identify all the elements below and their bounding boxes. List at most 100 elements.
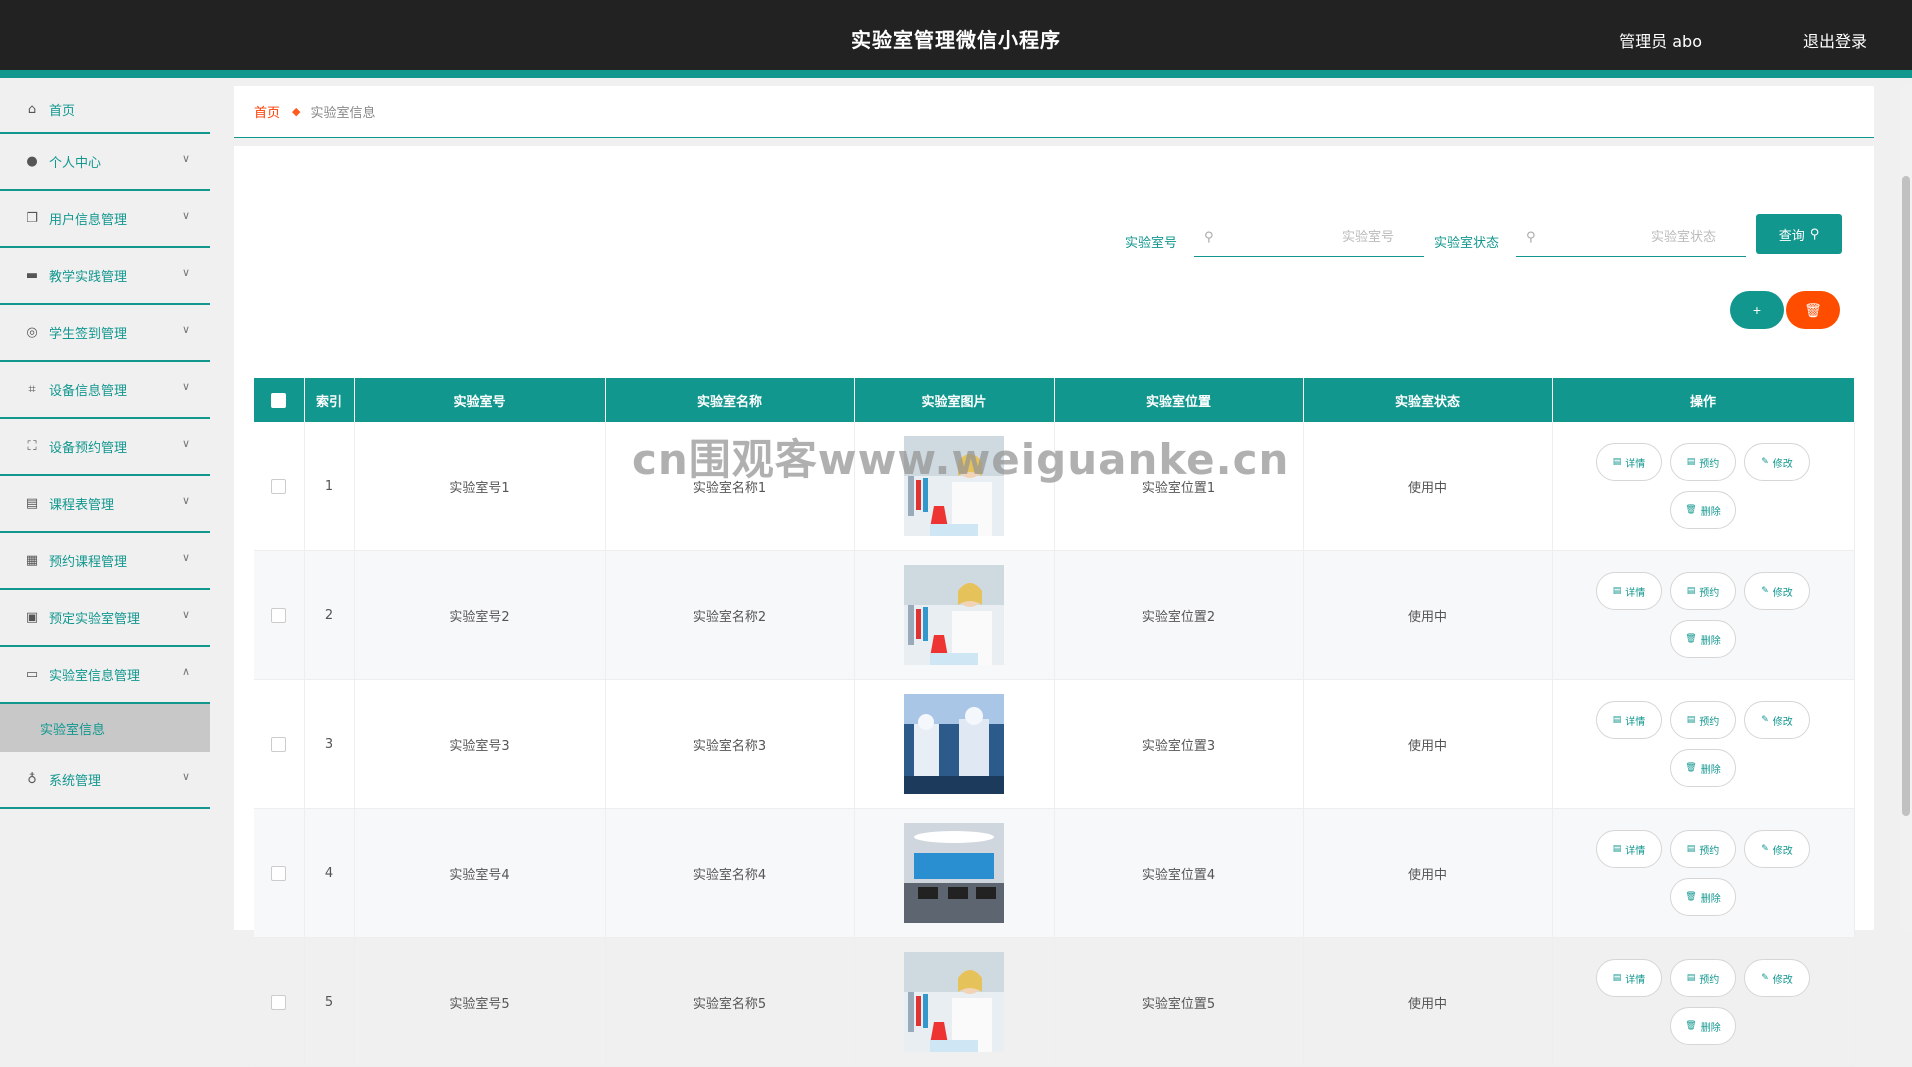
table-row: 1 实验室号1 实验室名称1 实验室位置1 使用中 ▤ 详情 ▤ 预约 ✎ 修改 🗑 删除 xyxy=(254,422,1855,551)
reserve-button[interactable]: ▤ 预约 xyxy=(1670,572,1736,610)
sidebar-item-4[interactable]: ◎ 学生签到管理 ∨ xyxy=(0,305,210,362)
search-icon: ⚲ xyxy=(1809,226,1820,242)
delete-button[interactable]: 🗑 删除 xyxy=(1670,620,1736,658)
reserve-button[interactable]: ▤ 预约 xyxy=(1670,959,1736,997)
submenu-item-lab-info[interactable]: 实验室信息 xyxy=(0,704,210,752)
laptop-icon: ▭ xyxy=(25,667,39,682)
sidebar-item-label: 实验室信息管理 xyxy=(49,669,141,684)
table-header-row: 索引 实验室号 实验室名称 实验室图片 实验室位置 实验室状态 操作 xyxy=(254,378,1855,422)
scrollbar-track[interactable] xyxy=(1900,86,1912,930)
lab-status-cell: 使用中 xyxy=(1303,808,1553,938)
lab-no-search-label: 实验室号 xyxy=(1125,236,1178,251)
lab-status-cell: 使用中 xyxy=(1303,937,1553,1067)
trash-icon: 🗑 xyxy=(1685,634,1697,644)
row-checkbox[interactable] xyxy=(271,736,287,752)
sidebar-item-9[interactable]: ▣ 预定实验室管理 ∨ xyxy=(0,590,210,647)
row-select-cell xyxy=(254,422,305,551)
sidebar-item-8[interactable]: ▦ 预约课程管理 ∨ xyxy=(0,533,210,590)
trash-icon: 🗑 xyxy=(1685,763,1697,773)
reserve-button[interactable]: ▤ 预约 xyxy=(1670,830,1736,868)
sidebar-item-1[interactable]: ● 个人中心 ∨ xyxy=(0,134,210,191)
breadcrumb-separator-icon: ◆ xyxy=(292,105,301,118)
sidebar-item-6[interactable]: ⛶ 设备预约管理 ∨ xyxy=(0,419,210,476)
reserve-label: 预约 xyxy=(1699,716,1720,728)
edit-icon: ✎ xyxy=(1761,457,1769,467)
delete-label: 删除 xyxy=(1700,506,1721,518)
edit-icon: ✎ xyxy=(1761,973,1769,983)
reserve-button[interactable]: ▤ 预约 xyxy=(1670,443,1736,481)
scientist-icon xyxy=(904,436,1004,536)
document-icon: ▤ xyxy=(1686,586,1696,596)
row-select-cell xyxy=(254,679,305,809)
lab-status-cell: 使用中 xyxy=(1303,679,1553,809)
lab-location-cell: 实验室位置1 xyxy=(1054,422,1304,551)
breadcrumb-home[interactable]: 首页 xyxy=(254,102,280,121)
reserve-button[interactable]: ▤ 预约 xyxy=(1670,701,1736,739)
lab-no-search-box: ⚲ xyxy=(1194,219,1424,257)
delete-button[interactable]: 🗑 删除 xyxy=(1670,749,1736,787)
document-icon: ▤ xyxy=(1686,457,1696,467)
sidebar-item-5[interactable]: ⌗ 设备信息管理 ∨ xyxy=(0,362,210,419)
lab-location-cell: 实验室位置3 xyxy=(1054,679,1304,809)
operations-cell: ▤ 详情 ▤ 预约 ✎ 修改 🗑 删除 xyxy=(1552,937,1855,1067)
breadcrumb-current: 实验室信息 xyxy=(310,106,376,121)
breadcrumb: 首页 ◆ 实验室信息 xyxy=(234,86,1874,138)
edit-button[interactable]: ✎ 修改 xyxy=(1744,443,1810,481)
crop-icon: ⌗ xyxy=(28,382,36,397)
lab-no-cell: 实验室号3 xyxy=(354,679,606,809)
main-content: 首页 ◆ 实验室信息 实验室号 ⚲ 实验室状态 ⚲ 查询 ⚲ + 🗑 xyxy=(234,86,1874,1067)
lab-name-cell: 实验室名称3 xyxy=(605,679,855,809)
row-checkbox[interactable] xyxy=(271,478,287,494)
scrollbar-thumb[interactable] xyxy=(1902,176,1910,816)
lab-no-search-input[interactable] xyxy=(1213,229,1424,246)
column-header: 实验室图片 xyxy=(854,378,1055,422)
lab-image-cell xyxy=(854,808,1055,938)
sidebar-item-7[interactable]: ▤ 课程表管理 ∨ xyxy=(0,476,210,533)
logout-link[interactable]: 退出登录 xyxy=(1803,28,1867,52)
index-cell: 1 xyxy=(304,422,355,551)
edit-button[interactable]: ✎ 修改 xyxy=(1744,959,1810,997)
add-button[interactable]: + xyxy=(1730,291,1784,329)
status-search-input[interactable] xyxy=(1535,229,1746,246)
sidebar: ⌂ 首页 ● 个人中心 ∨ ❐ 用户信息管理 ∨ ▬ 教学实践管理 ∨ ◎ 学生签到管理 ∨ ⌗ 设备信息管理… xyxy=(0,86,210,930)
sidebar-item-12[interactable]: ♁ 系统管理 ∨ xyxy=(0,752,210,809)
row-checkbox[interactable] xyxy=(271,607,287,623)
column-header: 实验室号 xyxy=(354,378,606,422)
operation-buttons: ▤ 详情 ▤ 预约 ✎ 修改 🗑 删除 xyxy=(1554,572,1853,658)
detail-button[interactable]: ▤ 详情 xyxy=(1596,443,1662,481)
operation-buttons: ▤ 详情 ▤ 预约 ✎ 修改 🗑 删除 xyxy=(1554,443,1853,529)
copy-icon: ❐ xyxy=(26,211,38,226)
column-header: 操作 xyxy=(1552,378,1855,422)
batch-delete-button[interactable]: 🗑 xyxy=(1786,291,1840,329)
reserve-label: 预约 xyxy=(1699,974,1720,986)
edit-button[interactable]: ✎ 修改 xyxy=(1744,701,1810,739)
detail-button[interactable]: ▤ 详情 xyxy=(1596,572,1662,610)
chevron-down-icon: ∨ xyxy=(181,770,190,783)
query-button[interactable]: 查询 ⚲ xyxy=(1756,214,1842,254)
sidebar-item-3[interactable]: ▬ 教学实践管理 ∨ xyxy=(0,248,210,305)
user-icon: ● xyxy=(26,154,38,169)
operation-buttons: ▤ 详情 ▤ 预约 ✎ 修改 🗑 删除 xyxy=(1554,959,1853,1045)
delete-button[interactable]: 🗑 删除 xyxy=(1670,878,1736,916)
operations-cell: ▤ 详情 ▤ 预约 ✎ 修改 🗑 删除 xyxy=(1552,808,1855,938)
lab-table: 索引 实验室号 实验室名称 实验室图片 实验室位置 实验室状态 操作 1 实验室号… xyxy=(254,378,1855,1067)
document-icon: ▤ xyxy=(1686,715,1696,725)
sidebar-item-0[interactable]: ⌂ 首页 xyxy=(0,86,210,134)
sidebar-item-10[interactable]: ▭ 实验室信息管理 ∧ xyxy=(0,647,210,704)
edit-button[interactable]: ✎ 修改 xyxy=(1744,572,1810,610)
detail-label: 详情 xyxy=(1625,587,1646,599)
detail-label: 详情 xyxy=(1625,974,1646,986)
column-header: 实验室名称 xyxy=(605,378,855,422)
document-icon: ▤ xyxy=(1612,457,1622,467)
edit-button[interactable]: ✎ 修改 xyxy=(1744,830,1810,868)
detail-button[interactable]: ▤ 详情 xyxy=(1596,959,1662,997)
row-checkbox[interactable] xyxy=(271,865,287,881)
sidebar-item-2[interactable]: ❐ 用户信息管理 ∨ xyxy=(0,191,210,248)
select-all-checkbox[interactable] xyxy=(271,392,287,408)
detail-button[interactable]: ▤ 详情 xyxy=(1596,830,1662,868)
detail-button[interactable]: ▤ 详情 xyxy=(1596,701,1662,739)
delete-button[interactable]: 🗑 删除 xyxy=(1670,491,1736,529)
reserve-label: 预约 xyxy=(1699,587,1720,599)
row-checkbox[interactable] xyxy=(271,994,287,1010)
delete-button[interactable]: 🗑 删除 xyxy=(1670,1007,1736,1045)
